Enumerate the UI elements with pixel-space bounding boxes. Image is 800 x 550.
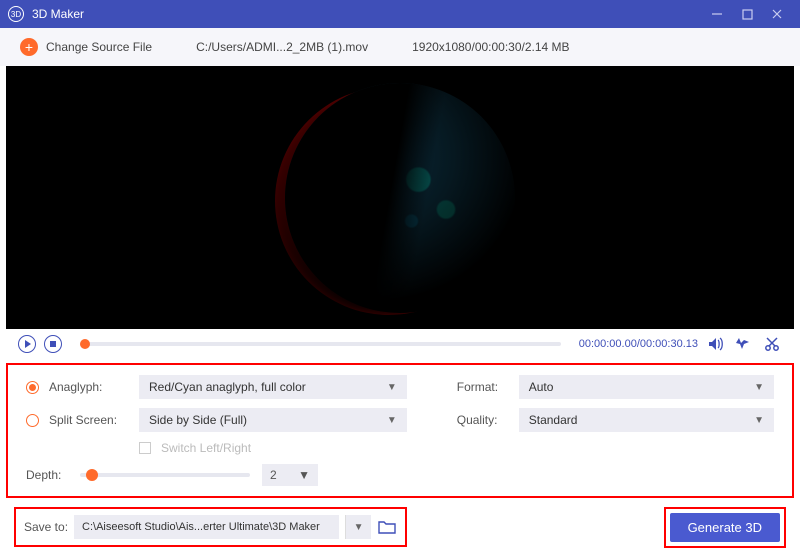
chevron-down-icon: ▼ xyxy=(387,415,397,426)
quality-label: Quality: xyxy=(457,413,509,427)
chevron-down-icon: ▼ xyxy=(754,382,764,393)
save-path-field[interactable]: C:\Aiseesoft Studio\Ais...erter Ultimate… xyxy=(74,515,339,539)
minimize-button[interactable] xyxy=(702,0,732,28)
cut-icon[interactable] xyxy=(762,334,782,354)
depth-slider-handle[interactable] xyxy=(86,469,98,481)
split-screen-select[interactable]: Side by Side (Full)▼ xyxy=(139,408,407,432)
open-folder-button[interactable] xyxy=(377,517,397,537)
toolbar: + Change Source File C:/Users/ADMI...2_2… xyxy=(0,28,800,66)
app-logo-icon: 3D xyxy=(8,6,24,22)
source-path: C:/Users/ADMI...2_2MB (1).mov xyxy=(196,40,368,54)
change-source-label: Change Source File xyxy=(46,40,152,54)
chevron-down-icon: ▼ xyxy=(387,382,397,393)
volume-icon[interactable] xyxy=(706,334,726,354)
chevron-down-icon: ▼ xyxy=(754,415,764,426)
split-screen-label: Split Screen: xyxy=(49,413,129,427)
switch-lr-label: Switch Left/Right xyxy=(161,441,251,455)
depth-label: Depth: xyxy=(26,468,68,482)
depth-select[interactable]: 2▼ xyxy=(262,464,318,486)
timeline-handle[interactable] xyxy=(80,339,90,349)
change-source-button[interactable]: + Change Source File xyxy=(20,38,152,56)
timeline-slider[interactable] xyxy=(80,342,561,346)
snapshot-icon[interactable] xyxy=(734,334,754,354)
anaglyph-radio[interactable] xyxy=(26,381,39,394)
source-info: 1920x1080/00:00:30/2.14 MB xyxy=(412,40,569,54)
options-panel: Anaglyph: Red/Cyan anaglyph, full color▼… xyxy=(6,363,794,498)
save-to-label: Save to: xyxy=(24,520,68,534)
stop-button[interactable] xyxy=(44,335,62,353)
save-path-dropdown[interactable]: ▼ xyxy=(345,515,371,539)
anaglyph-select[interactable]: Red/Cyan anaglyph, full color▼ xyxy=(139,375,407,399)
switch-lr-checkbox[interactable] xyxy=(139,442,151,454)
chevron-down-icon: ▼ xyxy=(298,468,310,482)
generate-highlight: Generate 3D xyxy=(664,507,786,548)
plus-icon: + xyxy=(20,38,38,56)
format-select[interactable]: Auto▼ xyxy=(519,375,774,399)
window-title: 3D Maker xyxy=(32,7,702,21)
playback-controls: 00:00:00.00/00:00:30.13 xyxy=(0,329,800,359)
generate-3d-button[interactable]: Generate 3D xyxy=(670,513,780,542)
depth-slider[interactable] xyxy=(80,473,250,477)
close-button[interactable] xyxy=(762,0,792,28)
split-screen-radio[interactable] xyxy=(26,414,39,427)
footer: Save to: C:\Aiseesoft Studio\Ais...erter… xyxy=(0,504,800,550)
save-to-block: Save to: C:\Aiseesoft Studio\Ais...erter… xyxy=(14,507,407,547)
quality-select[interactable]: Standard▼ xyxy=(519,408,774,432)
video-preview xyxy=(6,66,794,329)
format-label: Format: xyxy=(457,380,509,394)
time-display: 00:00:00.00/00:00:30.13 xyxy=(579,338,698,350)
maximize-button[interactable] xyxy=(732,0,762,28)
play-button[interactable] xyxy=(18,335,36,353)
preview-frame xyxy=(285,83,515,313)
anaglyph-label: Anaglyph: xyxy=(49,380,129,394)
titlebar: 3D 3D Maker xyxy=(0,0,800,28)
